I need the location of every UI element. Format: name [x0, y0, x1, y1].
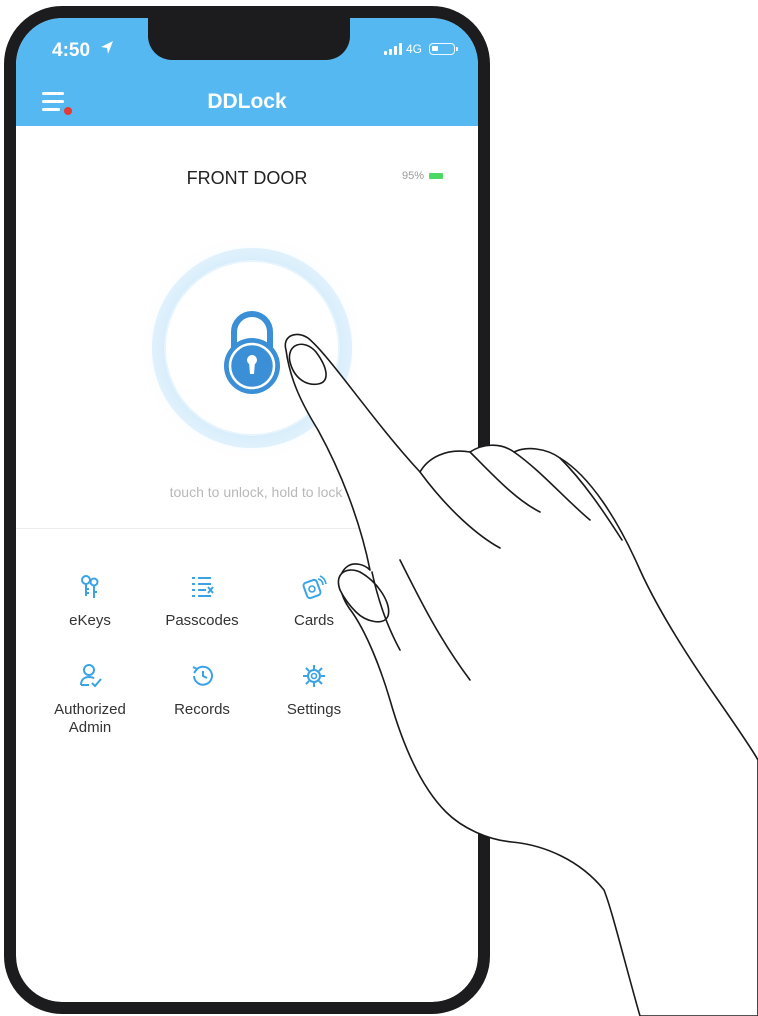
battery-icon	[429, 43, 459, 55]
cards-button[interactable]: Cards	[264, 574, 364, 630]
app-screen: 4:50 4G DDLock FRONT DOOR 95% touch to u…	[16, 18, 478, 1002]
padlock-icon	[224, 311, 280, 394]
location-arrow-icon	[101, 41, 113, 54]
cards-icon	[302, 575, 327, 600]
signal-icon	[384, 43, 402, 55]
passcodes-button[interactable]: Passcodes	[152, 574, 252, 630]
app-title: DDLock	[207, 90, 287, 113]
authorized-admin-button[interactable]: Authorized Admin	[40, 663, 140, 737]
cards-label: Cards	[293, 612, 334, 629]
battery-percent: 95%	[402, 170, 425, 182]
section-divider	[16, 528, 478, 529]
records-label: Records	[174, 701, 230, 718]
settings-button[interactable]: Settings	[264, 663, 364, 719]
settings-icon	[303, 665, 325, 687]
status-indicators: 4G	[384, 42, 459, 56]
passcodes-label: Passcodes	[165, 612, 239, 629]
phone-notch	[148, 18, 350, 60]
lock-hint-text: touch to unlock, hold to lock	[169, 484, 343, 500]
battery-level-icon	[429, 173, 444, 179]
lock-battery-status: 95%	[402, 170, 444, 182]
records-icon	[192, 665, 213, 686]
stage: 4:50 4G DDLock FRONT DOOR 95% touch to u…	[0, 0, 758, 1016]
network-type: 4G	[406, 42, 423, 56]
records-button[interactable]: Records	[152, 663, 252, 719]
settings-label: Settings	[286, 701, 342, 718]
authorized-admin-icon	[80, 664, 102, 688]
status-time: 4:50	[52, 40, 91, 61]
ekeys-label: eKeys	[69, 612, 111, 629]
authorized-admin-label: Authorized Admin	[54, 701, 126, 736]
passcodes-icon	[192, 577, 214, 597]
ekeys-icon	[81, 575, 99, 598]
unlock-button[interactable]	[152, 248, 352, 448]
phone-frame: 4:50 4G DDLock FRONT DOOR 95% touch to u…	[4, 6, 490, 1014]
ekeys-button[interactable]: eKeys	[40, 574, 140, 630]
app-header: 4:50 4G DDLock	[16, 18, 478, 126]
unlock-button-inner	[166, 262, 338, 434]
